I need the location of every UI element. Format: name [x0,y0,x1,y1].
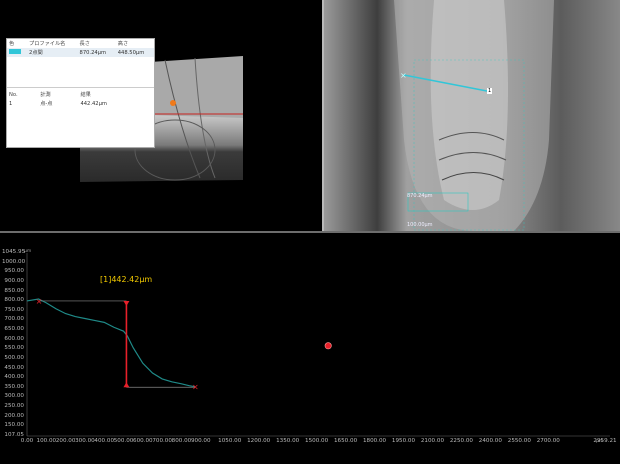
measurement-info-panel: 色 プロファイル名 長さ 高さ 2点間 870.24µm 448.50µm No… [6,38,155,148]
measure-result: 442.42µm [80,100,107,107]
scale-label-secondary: 100.00µm [407,222,433,228]
endpoint-marker-0: × [36,297,43,306]
col-color-header: 色 [9,41,15,47]
col-profile-name-header: プロファイル名 [29,41,66,47]
endpoint-marker-1: × [192,383,199,392]
profile-row[interactable]: 2点間 870.24µm 448.50µm [7,48,154,57]
measurement-label: [1]442.42µm [100,275,153,284]
col-no-header: No. [9,91,18,98]
measure-no: 1 [9,100,13,107]
profile-name: 2点間 [29,50,43,56]
col-length-header: 長さ [79,41,90,47]
svg-text:×: × [400,71,407,80]
profile-graph-pane[interactable]: µm µm 1045.95 1000.00 950.00 900.00 850.00 80… [0,233,620,464]
3d-view-pane[interactable]: 色 プロファイル名 長さ 高さ 2点間 870.24µm 448.50µm No… [0,0,322,231]
col-measure-header: 計測 [40,92,51,98]
color-swatch [9,49,21,54]
measure-row[interactable]: 1 点-点 442.42µm [7,99,154,108]
profile-line [26,298,196,388]
col-height-header: 高さ [117,41,129,47]
camera-view-pane[interactable]: × 1 870.24µm 100.00µm [324,0,620,231]
profile-length: 870.24µm [79,49,107,56]
measure-arrow-bottom [123,382,130,388]
measure-arrow-top [123,300,130,306]
col-result-header: 結果 [80,92,91,98]
profile-height: 448.50µm [117,49,145,56]
cursor-dot-marker [324,342,332,350]
microscope-image: × [324,0,620,231]
measure-type: 点-点 [40,101,53,107]
scale-label-primary: 870.24µm [407,193,433,199]
measure-point-label: 1 [487,88,493,94]
profile-plot[interactable]: ×× [0,233,620,464]
